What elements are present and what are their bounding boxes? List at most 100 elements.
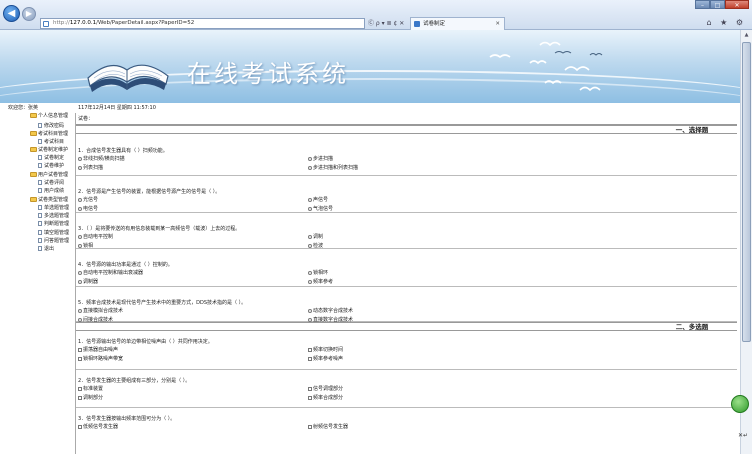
radio-button[interactable] [308, 234, 312, 239]
radio-button[interactable] [78, 206, 82, 211]
tab-close-icon[interactable]: ✕ [495, 18, 500, 30]
sidebar-item-label: 单选题管理 [44, 205, 70, 211]
checkbox[interactable] [308, 395, 312, 400]
sidebar-item[interactable]: 个人信息管理 [30, 113, 68, 120]
checkbox[interactable] [78, 386, 82, 391]
answer-option[interactable]: 非线扫频/横向扫描 [78, 156, 125, 162]
forward-button[interactable]: ▶ [22, 7, 36, 21]
radio-button[interactable] [78, 279, 82, 284]
answer-option[interactable]: 声信号 [308, 197, 328, 203]
answer-option[interactable]: 直接模拟合成技术 [78, 308, 123, 314]
radio-button[interactable] [308, 165, 312, 170]
radio-button[interactable] [308, 243, 312, 248]
checkbox[interactable] [308, 424, 312, 429]
scroll-thumb[interactable] [742, 42, 751, 342]
answer-option[interactable]: 步进扫描 [308, 156, 333, 162]
question-block: 4．信号源的输出功率是通过（ ）控制的。 自动电平控制和输出衰减器 锁相环 调制器 频率… [76, 249, 737, 287]
radio-button[interactable] [308, 308, 312, 313]
sidebar-item[interactable]: 试卷评阅 [38, 180, 64, 187]
minimize-button[interactable]: – [695, 0, 710, 9]
sidebar-item[interactable]: 判断题管理 [38, 221, 69, 228]
sidebar-item[interactable]: 试卷制定 [38, 155, 64, 162]
sidebar-item[interactable]: 修改密码 [38, 123, 64, 130]
address-tools[interactable]: Ⓒ ρ ▾ ≣ ¢ ✕ [368, 18, 404, 29]
browser-tools-icons[interactable]: ⌂ ★ ⚙ [706, 18, 746, 27]
checkbox[interactable] [308, 356, 312, 361]
radio-button[interactable] [78, 165, 82, 170]
answer-option[interactable]: 自动电平控制 [78, 234, 113, 240]
answer-option[interactable]: 标准装置 [78, 386, 103, 392]
radio-button[interactable] [308, 156, 312, 161]
answer-option[interactable]: 频率参考 [308, 279, 333, 285]
maximize-button[interactable]: □ [710, 0, 725, 9]
answer-option[interactable]: 气泡信号 [308, 206, 333, 212]
radio-button[interactable] [78, 317, 82, 322]
answer-option[interactable]: 调制部分 [78, 395, 103, 401]
radio-button[interactable] [78, 270, 82, 275]
checkbox[interactable] [78, 424, 82, 429]
checkbox[interactable] [308, 347, 312, 352]
option-label: 频率合成部分 [313, 395, 344, 401]
sidebar-item-label: 修改密码 [44, 123, 65, 129]
back-button[interactable]: ◀ [3, 5, 20, 22]
checkbox[interactable] [78, 356, 82, 361]
answer-option[interactable]: 信号调理部分 [308, 386, 343, 392]
sidebar-item[interactable]: 试卷类型管理 [30, 197, 68, 204]
paper-label: 试卷： [78, 116, 94, 122]
sidebar-item[interactable]: 退出 [38, 246, 54, 253]
answer-option[interactable]: 光信号 [78, 197, 98, 203]
sidebar-item[interactable]: 用户成绩 [38, 188, 64, 195]
site-banner: 在线考试系统 [0, 30, 740, 103]
document-icon [38, 123, 42, 128]
sidebar-item[interactable]: 用户试卷管理 [30, 172, 68, 179]
radio-button[interactable] [308, 197, 312, 202]
sidebar-item[interactable]: 试卷维护 [38, 163, 64, 170]
checkbox[interactable] [78, 347, 82, 352]
document-icon [38, 180, 42, 185]
sidebar-item[interactable]: 考试科目 [38, 139, 64, 146]
sidebar-item[interactable]: 多选题管理 [38, 213, 69, 220]
address-bar[interactable]: http://127.0.0.1/Web/PaperDetail.aspx?Pa… [40, 18, 365, 29]
radio-button[interactable] [78, 156, 82, 161]
floating-badge-icon[interactable] [731, 395, 749, 413]
answer-option[interactable]: 射频信号发生器 [308, 424, 348, 430]
answer-option[interactable]: 自动电平控制和输出衰减器 [78, 270, 143, 276]
answer-option[interactable]: 步进扫描和列表扫描 [308, 165, 358, 171]
radio-button[interactable] [308, 270, 312, 275]
url-scheme: http:// [53, 20, 70, 26]
answer-option[interactable]: 振荡器自由噪声 [78, 347, 118, 353]
answer-option[interactable]: 调制 [308, 234, 323, 240]
radio-button[interactable] [78, 234, 82, 239]
close-window-button[interactable]: ✕ [725, 0, 749, 9]
radio-button[interactable] [308, 279, 312, 284]
answer-option[interactable]: 频率参考噪声 [308, 356, 343, 362]
checkbox[interactable] [308, 386, 312, 391]
tab-paper[interactable]: 试卷制定 ✕ [410, 17, 505, 30]
sidebar-item[interactable]: 考试科目管理 [30, 131, 68, 138]
sidebar-item[interactable]: 问答题管理 [38, 238, 69, 245]
answer-option[interactable]: 频率合成部分 [308, 395, 343, 401]
answer-option[interactable]: 低频信号发生器 [78, 424, 118, 430]
answer-option[interactable]: 电信号 [78, 206, 98, 212]
sidebar-item[interactable]: 单选题管理 [38, 205, 69, 212]
option-label: 频率切换时间 [313, 347, 344, 353]
radio-button[interactable] [78, 243, 82, 248]
answer-option[interactable]: 锁相环路噪声带宽 [78, 356, 123, 362]
answer-option[interactable]: 调制器 [78, 279, 98, 285]
answer-option[interactable]: 列表扫描 [78, 165, 103, 171]
radio-button[interactable] [78, 197, 82, 202]
radio-button[interactable] [308, 317, 312, 322]
radio-button[interactable] [78, 308, 82, 313]
sidebar-item[interactable]: 填空题管理 [38, 230, 69, 237]
page-scrollbar[interactable]: ▲ [740, 30, 752, 454]
option-label: 射频信号发生器 [313, 424, 349, 430]
option-label: 调制 [313, 234, 324, 240]
scroll-up-icon[interactable]: ▲ [742, 31, 751, 39]
checkbox[interactable] [78, 395, 82, 400]
sidebar-item-label: 试卷维护 [44, 163, 65, 169]
sidebar-item[interactable]: 试卷制定维护 [30, 147, 68, 154]
answer-option[interactable]: 锁相环 [308, 270, 328, 276]
answer-option[interactable]: 频率切换时间 [308, 347, 343, 353]
answer-option[interactable]: 动态数字合成技术 [308, 308, 353, 314]
radio-button[interactable] [308, 206, 312, 211]
